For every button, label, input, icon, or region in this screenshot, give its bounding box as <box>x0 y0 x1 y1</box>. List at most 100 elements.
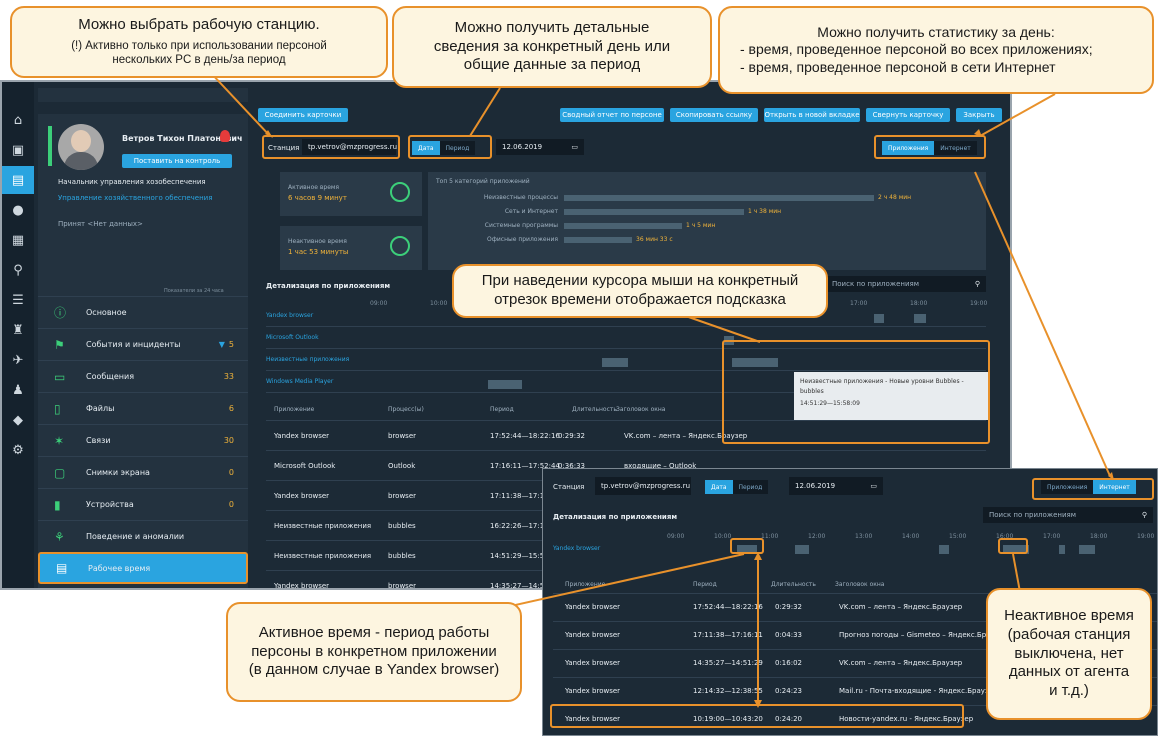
table-cell: browser <box>388 431 417 440</box>
timeline-bar[interactable] <box>914 314 926 323</box>
hour-tick: 17:00 <box>1043 533 1061 540</box>
table-cell: Yandex browser <box>274 491 330 500</box>
popup-timeline-row-label[interactable]: Yandex browser <box>553 545 600 552</box>
menu-item-worktime[interactable]: ▤ Рабочее время <box>38 552 248 584</box>
close-button[interactable]: Закрыть <box>956 108 1002 122</box>
timeline-row-label[interactable]: Неизвестные приложения <box>266 356 349 363</box>
category-bar <box>564 237 632 243</box>
table-cell: 0:16:02 <box>775 659 802 667</box>
menu-item-behavior[interactable]: ⚘ Поведение и аномалии <box>38 520 248 552</box>
summary-report-button[interactable]: Сводный отчет по персоне <box>560 108 664 122</box>
user-icon[interactable]: ♟ <box>2 376 34 404</box>
search-icon[interactable]: ⚲ <box>975 280 980 288</box>
popup-search-input[interactable]: Поиск по приложениям ⚲ <box>983 507 1153 523</box>
home-icon[interactable]: ⌂ <box>2 106 34 134</box>
active-bar-highlight <box>730 538 764 554</box>
column-header[interactable]: Заголовок окна <box>616 406 666 413</box>
popup-tab-period[interactable]: Период <box>732 480 769 494</box>
shown-for-label: Показатели за 24 часа <box>164 288 224 294</box>
detail-search-input[interactable]: Поиск по приложениям ⚲ <box>826 276 986 292</box>
search-icon[interactable]: ⚲ <box>2 256 34 284</box>
person-card-icon[interactable]: ▤ <box>2 166 34 194</box>
hour-tick: 12:00 <box>808 533 826 540</box>
calendar-picker-icon[interactable]: ▭ <box>870 482 877 490</box>
profile-department[interactable]: Управление хозяйственного обеспечения <box>58 194 212 202</box>
globe-icon[interactable]: ● <box>2 196 34 224</box>
category-bar <box>564 223 682 229</box>
table-cell: 12:14:32—12:38:55 <box>693 687 763 695</box>
filter-icon[interactable]: ▼ <box>219 340 225 349</box>
menu-item-devices[interactable]: ▮ Устройства 0 <box>38 488 248 520</box>
behavior-icon: ⚘ <box>54 529 65 544</box>
timeline-bar[interactable] <box>939 545 949 554</box>
timeline-row-label[interactable]: Yandex browser <box>266 312 313 319</box>
table-cell: 0:04:33 <box>775 631 802 639</box>
profile-accepted: Принят <Нет данных> <box>58 220 143 228</box>
hour-tick: 09:00 <box>370 300 388 307</box>
menu-item-links[interactable]: ✶ Связи 30 <box>38 424 248 456</box>
column-header[interactable]: Период <box>693 581 717 588</box>
search-icon[interactable]: ⚲ <box>1142 511 1147 519</box>
building-icon[interactable]: ▣ <box>2 136 34 164</box>
inactive-gap-highlight <box>998 538 1028 554</box>
table-cell: Неизвестные приложения <box>274 521 372 530</box>
popup-date-input[interactable]: 12.06.2019 ▭ <box>789 477 883 495</box>
callout-period: Можно получить детальные сведения за кон… <box>392 6 712 88</box>
table-cell: Yandex browser <box>274 431 330 440</box>
timeline-bar[interactable] <box>488 380 522 389</box>
hour-tick: 13:00 <box>855 533 873 540</box>
list-icon[interactable]: ☰ <box>2 286 34 314</box>
tooltip-highlight <box>722 340 990 444</box>
active-row-highlight <box>550 704 964 728</box>
copy-link-button[interactable]: Скопировать ссылку <box>670 108 758 122</box>
category-bar <box>564 195 874 201</box>
calendar-icon[interactable]: ▦ <box>2 226 34 254</box>
column-header[interactable]: Заголовок окна <box>835 581 885 588</box>
menu-item-messages[interactable]: ▭ Сообщения 33 <box>38 360 248 392</box>
menu-item-events[interactable]: ⚑ События и инциденты ▼ 5 <box>38 328 248 360</box>
connect-cards-button[interactable]: Соединить карточки <box>258 108 348 122</box>
column-header[interactable]: Приложение <box>565 581 605 588</box>
column-header[interactable]: Длительность <box>771 581 816 588</box>
callout-station: Можно выбрать рабочую станцию. (!) Актив… <box>10 6 388 78</box>
category-name: Сеть и Интернет <box>504 208 558 215</box>
alert-icon <box>220 130 230 142</box>
category-value: 1 ч 5 мин <box>686 222 716 229</box>
column-header[interactable]: Процесс(ы) <box>388 406 424 413</box>
graduation-icon[interactable]: ♜ <box>2 316 34 344</box>
category-value: 1 ч 38 мин <box>748 208 782 215</box>
popup-station-select[interactable]: tp.vetrov@mzprogress.ru <box>595 477 691 495</box>
status-bar <box>48 126 52 166</box>
timeline-row-label[interactable]: Windows Media Player <box>266 378 333 385</box>
column-header[interactable]: Длительность <box>572 406 617 413</box>
monitor-button[interactable]: Поставить на контроль <box>122 154 232 168</box>
timeline-row-label[interactable]: Microsoft Outlook <box>266 334 319 341</box>
category-name: Системные программы <box>484 222 558 229</box>
date-input[interactable]: 12.06.2019 ▭ <box>496 139 584 155</box>
table-cell: 17:11:38—17:16:11 <box>693 631 763 639</box>
column-header[interactable]: Период <box>490 406 514 413</box>
open-new-tab-button[interactable]: Открыть в новой вкладке <box>764 108 860 122</box>
calendar-picker-icon[interactable]: ▭ <box>571 143 578 151</box>
settings-icon[interactable]: ⚙ <box>2 436 34 464</box>
events-icon: ⚑ <box>54 337 65 352</box>
category-bar <box>564 209 744 215</box>
timeline-bar[interactable] <box>602 358 628 367</box>
menu-item-screenshots[interactable]: ▢ Снимки экрана 0 <box>38 456 248 488</box>
hour-tick: 17:00 <box>850 300 868 307</box>
plane-icon[interactable]: ✈ <box>2 346 34 374</box>
popup-tab-date[interactable]: Дата <box>705 480 733 494</box>
profile-position: Начальник управления хозобеспечения <box>58 178 206 186</box>
timeline-bar[interactable] <box>1059 545 1065 554</box>
menu-item-files[interactable]: ▯ Файлы 6 <box>38 392 248 424</box>
category-value: 2 ч 48 мин <box>878 194 912 201</box>
timeline-bar[interactable] <box>795 545 809 554</box>
callout-inactive: Неактивное время (рабочая станция выключ… <box>986 588 1152 720</box>
column-header[interactable]: Приложение <box>274 406 314 413</box>
timeline-bar[interactable] <box>874 314 884 323</box>
collapse-card-button[interactable]: Свернуть карточку <box>866 108 950 122</box>
menu-item-main[interactable]: ⓘ Основное <box>38 296 248 328</box>
timeline-bar[interactable] <box>1079 545 1095 554</box>
tag-icon[interactable]: ◆ <box>2 406 34 434</box>
table-cell: bubbles <box>388 551 416 560</box>
